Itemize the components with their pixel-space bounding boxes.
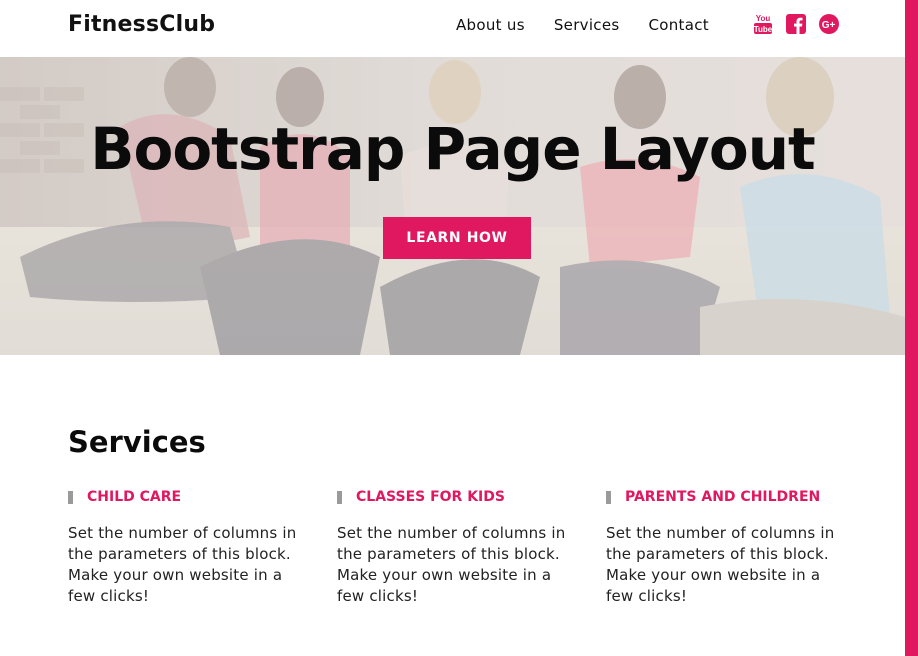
nav-links: About us Services Contact xyxy=(456,16,738,34)
services-title: Services xyxy=(68,425,206,459)
svg-text:You: You xyxy=(755,14,770,23)
service-marker xyxy=(337,490,342,504)
social-icons: You Tube G+ xyxy=(752,13,839,35)
learn-how-button[interactable]: LEARN HOW xyxy=(383,217,531,259)
navbar: FitnessClub About us Services Contact Yo… xyxy=(0,0,905,57)
service-card-classes-for-kids: CLASSES FOR KIDS Set the number of colum… xyxy=(337,489,582,607)
service-description: Set the number of columns in the paramet… xyxy=(606,524,835,605)
service-label: PARENTS AND CHILDREN xyxy=(625,489,821,505)
hero-section: Bootstrap Page Layout LEARN HOW xyxy=(0,57,905,355)
services-section: Services CHILD CARE Set the number of co… xyxy=(0,355,905,656)
service-card-child-care: CHILD CARE Set the number of columns in … xyxy=(68,489,313,607)
svg-text:Tube: Tube xyxy=(753,25,772,34)
service-description: Set the number of columns in the paramet… xyxy=(337,524,566,605)
service-heading: CLASSES FOR KIDS xyxy=(337,489,582,505)
service-description: Set the number of columns in the paramet… xyxy=(68,524,297,605)
service-label: CLASSES FOR KIDS xyxy=(356,489,505,505)
service-marker xyxy=(606,490,611,504)
nav-link-contact[interactable]: Contact xyxy=(649,16,709,34)
service-heading: PARENTS AND CHILDREN xyxy=(606,489,851,505)
youtube-icon[interactable]: You Tube xyxy=(752,13,773,35)
nav-link-services[interactable]: Services xyxy=(554,16,620,34)
nav-link-about-us[interactable]: About us xyxy=(456,16,525,34)
page-scrollbar[interactable] xyxy=(905,0,918,656)
service-label: CHILD CARE xyxy=(87,489,182,505)
facebook-icon[interactable] xyxy=(785,13,806,35)
hero-background-image xyxy=(0,57,905,355)
service-heading: CHILD CARE xyxy=(68,489,313,505)
hero-title: Bootstrap Page Layout xyxy=(90,115,815,183)
google-plus-icon[interactable]: G+ xyxy=(818,13,839,35)
service-marker xyxy=(68,490,73,504)
service-card-parents-and-children: PARENTS AND CHILDREN Set the number of c… xyxy=(606,489,851,607)
brand-logo[interactable]: FitnessClub xyxy=(68,12,215,37)
svg-text:G+: G+ xyxy=(821,20,835,31)
